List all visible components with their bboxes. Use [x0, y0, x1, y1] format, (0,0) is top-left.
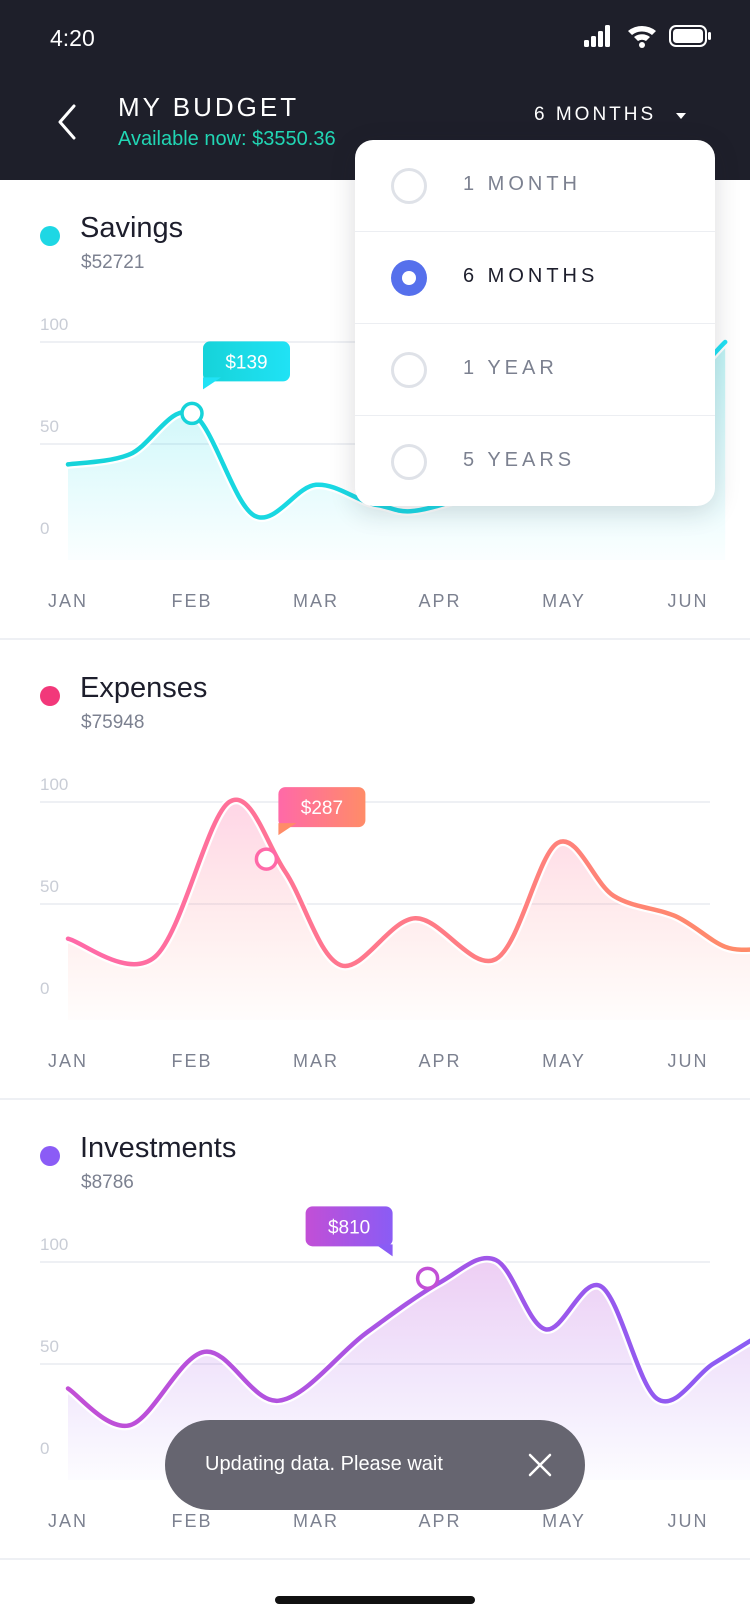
tooltip-value: $810: [328, 1217, 370, 1238]
x-tick-label: FEB: [171, 1051, 212, 1071]
radio-icon: [391, 352, 427, 388]
page-title: MY BUDGET: [118, 92, 300, 122]
x-tick-label: JAN: [48, 591, 88, 611]
x-tick-label: MAR: [293, 1511, 339, 1531]
radio-icon: [391, 444, 427, 480]
period-dropdown-button[interactable]: 6 MONTHS: [530, 100, 700, 132]
signal-icon: [584, 25, 610, 47]
available-balance: Available now: $3550.36: [118, 128, 336, 150]
period-dropdown-label: 6 MONTHS: [534, 104, 657, 125]
radio-selected-icon: [391, 260, 427, 296]
x-tick-label: MAY: [542, 591, 586, 611]
y-tick-label: 50: [40, 877, 59, 896]
y-tick-label: 0: [40, 979, 49, 998]
period-option-6-months[interactable]: 6 MONTHS: [355, 231, 715, 323]
highlight-point: [180, 401, 204, 426]
period-option-label: 1 YEAR: [463, 357, 558, 379]
chevron-left-icon: [58, 104, 76, 140]
period-option-1-year[interactable]: 1 YEAR: [355, 323, 715, 415]
close-icon[interactable]: [527, 1452, 553, 1478]
y-tick-label: 0: [40, 519, 49, 538]
x-tick-label: FEB: [171, 591, 212, 611]
period-option-label: 6 MONTHS: [463, 265, 599, 287]
y-tick-label: 50: [40, 417, 59, 436]
expenses-card: Expenses $75948 0 50 100 JAN FEB MAR APR MAY JUN…: [0, 640, 750, 1100]
y-tick-label: 100: [40, 1235, 68, 1254]
tooltip-tail: [278, 823, 297, 836]
divider: [0, 1558, 750, 1560]
home-indicator[interactable]: [275, 1596, 475, 1604]
period-option-label: 5 YEARS: [463, 449, 576, 471]
x-tick-label: JUN: [668, 591, 709, 611]
period-option-1-month[interactable]: 1 MONTH: [355, 140, 715, 232]
back-button[interactable]: [52, 100, 84, 144]
wifi-icon: [628, 25, 656, 48]
battery-icon: [669, 25, 711, 47]
x-tick-label: JAN: [48, 1051, 88, 1071]
x-tick-label: APR: [418, 1051, 461, 1071]
y-tick-label: 0: [40, 1439, 49, 1458]
tooltip-value: $139: [225, 352, 267, 373]
x-tick-label: MAR: [293, 591, 339, 611]
x-tick-label: APR: [418, 591, 461, 611]
expenses-chart: 0 50 100 JAN FEB MAR APR MAY JUN $287: [40, 775, 750, 1071]
tooltip-value: $287: [301, 798, 343, 819]
x-tick-label: MAY: [542, 1051, 586, 1071]
status-time: 4:20: [50, 25, 95, 51]
x-tick-label: MAY: [542, 1511, 586, 1531]
highlight-point: [415, 1266, 440, 1291]
period-option-5-years[interactable]: 5 YEARS: [355, 415, 715, 506]
y-tick-label: 50: [40, 1337, 59, 1356]
x-tick-label: FEB: [171, 1511, 212, 1531]
tooltip-tail: [203, 377, 221, 390]
x-tick-label: JUN: [668, 1051, 709, 1071]
period-option-label: 1 MONTH: [463, 173, 581, 195]
highlight-point: [254, 847, 279, 871]
radio-icon: [391, 168, 427, 204]
y-tick-label: 100: [40, 775, 68, 794]
y-tick-label: 100: [40, 315, 68, 334]
updating-toast: Updating data. Please wait: [165, 1420, 585, 1510]
x-tick-label: JUN: [668, 1511, 709, 1531]
x-tick-label: JAN: [48, 1511, 88, 1531]
x-tick-label: APR: [418, 1511, 461, 1531]
caret-down-icon: [676, 113, 686, 119]
toast-message: Updating data. Please wait: [205, 1453, 443, 1475]
period-dropdown-menu: 1 MONTH 6 MONTHS 1 YEAR 5 YEARS: [355, 140, 715, 506]
x-tick-label: MAR: [293, 1051, 339, 1071]
status-icons: [584, 25, 711, 48]
